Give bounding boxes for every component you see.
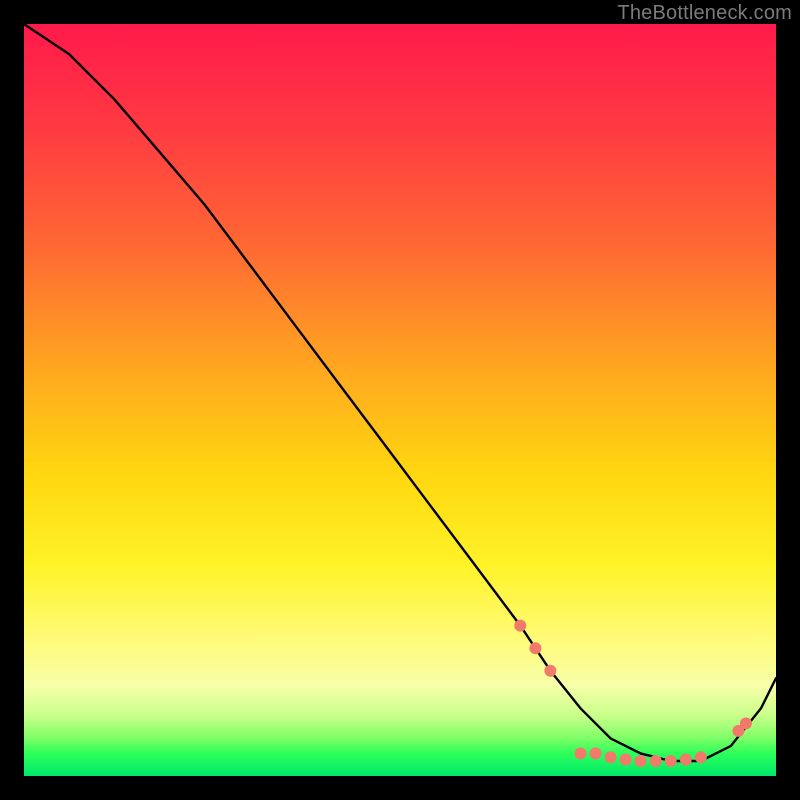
curve-marker xyxy=(680,754,692,766)
curve-marker xyxy=(650,755,662,767)
watermark-text: TheBottleneck.com xyxy=(617,2,792,25)
chart-frame: TheBottleneck.com xyxy=(0,0,800,800)
bottleneck-curve-svg xyxy=(24,24,776,776)
curve-marker xyxy=(695,751,707,763)
curve-marker xyxy=(740,717,752,729)
curve-marker xyxy=(544,665,556,677)
curve-markers xyxy=(514,620,752,767)
curve-marker xyxy=(529,642,541,654)
curve-marker xyxy=(605,751,617,763)
curve-marker xyxy=(590,747,602,759)
curve-marker xyxy=(575,747,587,759)
bottleneck-curve xyxy=(24,24,776,761)
curve-marker xyxy=(514,620,526,632)
curve-marker xyxy=(620,754,632,766)
curve-marker xyxy=(665,755,677,767)
plot-area xyxy=(24,24,776,776)
curve-marker xyxy=(635,755,647,767)
